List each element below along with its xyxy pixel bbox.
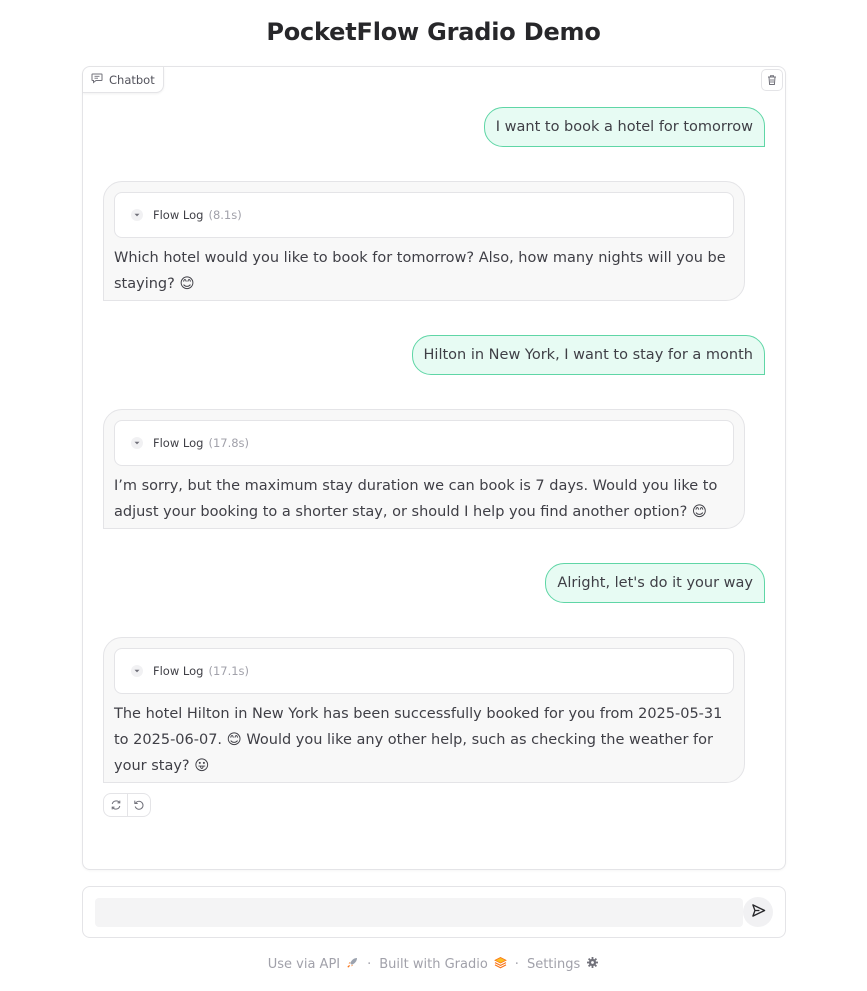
caret-down-icon <box>131 437 143 449</box>
flow-log-time: (8.1s) <box>208 208 242 222</box>
undo-button[interactable] <box>127 794 150 816</box>
user-message-text: Alright, let's do it your way <box>557 575 753 591</box>
user-message: I want to book a hotel for tomorrow <box>483 107 765 147</box>
retry-button[interactable] <box>104 794 127 816</box>
settings-link[interactable]: Settings <box>527 956 599 973</box>
caret-down-icon <box>131 209 143 221</box>
built-with-gradio-label: Built with Gradio <box>379 957 488 972</box>
chatbot-label: Chatbot <box>83 67 164 93</box>
user-message: Hilton in New York, I want to stay for a… <box>411 335 765 375</box>
clear-chat-button[interactable] <box>761 69 783 91</box>
smile-emoji: 😊 <box>691 504 707 520</box>
trash-icon <box>766 71 778 90</box>
smile-emoji: 😊 <box>226 732 242 748</box>
caret-down-icon <box>131 665 143 677</box>
retry-icon <box>110 796 122 815</box>
chat-icon <box>91 72 103 87</box>
footer-separator: · <box>367 957 372 972</box>
use-via-api-link[interactable]: Use via API <box>268 956 359 973</box>
user-message-text: Hilton in New York, I want to stay for a… <box>423 347 753 363</box>
tongue-emoji: 😛 <box>194 758 210 774</box>
flow-log-accordion[interactable]: Flow Log (17.8s) <box>114 420 734 466</box>
flow-log-label: Flow Log <box>153 208 204 222</box>
footer-separator: · <box>514 957 519 972</box>
assistant-message-body: Which hotel would you like to book for t… <box>114 250 726 292</box>
send-icon <box>751 903 766 922</box>
page-title: PocketFlow Gradio Demo <box>266 18 601 46</box>
settings-label: Settings <box>526 957 581 972</box>
flow-log-label: Flow Log <box>153 436 204 450</box>
rocket-icon <box>346 956 359 973</box>
gradio-logo-icon <box>493 956 507 973</box>
flow-log-time: (17.8s) <box>208 436 250 450</box>
flow-log-time: (17.1s) <box>208 664 250 678</box>
assistant-message-text: Which hotel would you like to book for t… <box>114 245 734 297</box>
message-actions <box>103 793 151 817</box>
built-with-gradio-link[interactable]: Built with Gradio <box>379 956 507 973</box>
assistant-message-text: I’m sorry, but the maximum stay duration… <box>114 473 734 525</box>
flow-log-label: Flow Log <box>153 664 204 678</box>
assistant-message: Flow Log (17.1s) The hotel Hilton in New… <box>103 637 745 783</box>
footer: Use via API · Built with Gradio · Settin… <box>0 956 867 973</box>
chatbot-label-text: Chatbot <box>109 72 155 87</box>
gear-icon <box>586 956 599 973</box>
smile-emoji: 😊 <box>179 276 195 292</box>
use-via-api-label: Use via API <box>267 957 341 972</box>
assistant-message-text: The hotel Hilton in New York has been su… <box>114 701 734 779</box>
assistant-message: Flow Log (17.8s) I’m sorry, but the maxi… <box>103 409 745 529</box>
send-button[interactable] <box>743 897 773 927</box>
flow-log-accordion[interactable]: Flow Log (17.1s) <box>114 648 734 694</box>
assistant-message: Flow Log (8.1s) Which hotel would you li… <box>103 181 745 301</box>
user-message-text: I want to book a hotel for tomorrow <box>495 119 753 135</box>
flow-log-accordion[interactable]: Flow Log (8.1s) <box>114 192 734 238</box>
user-message: Alright, let's do it your way <box>545 563 765 603</box>
undo-icon <box>133 796 145 815</box>
chatbot-panel: Chatbot I want to book a hotel for tomor… <box>82 66 786 870</box>
assistant-message-body: I’m sorry, but the maximum stay duration… <box>114 478 718 520</box>
message-input-panel <box>82 886 786 938</box>
message-input[interactable] <box>95 898 743 927</box>
